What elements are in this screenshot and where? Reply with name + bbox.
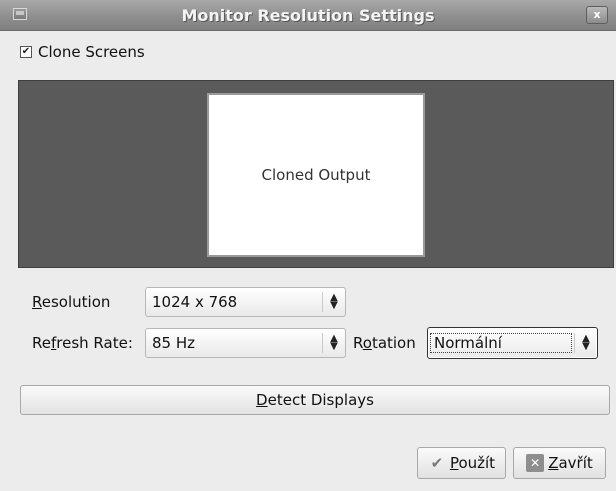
apply-button[interactable]: ✔ Použít: [417, 447, 506, 479]
refresh-rate-select[interactable]: 85 Hz ▲ ▼: [145, 328, 346, 358]
apply-button-label: Použít: [449, 454, 496, 472]
window-close-button[interactable]: x: [586, 6, 608, 24]
detect-displays-button[interactable]: Detect Displays: [20, 385, 610, 415]
rotation-label: Rotation: [353, 334, 416, 352]
close-button[interactable]: ✕ Zavřít: [513, 447, 606, 479]
clone-screens-checkbox[interactable]: ✔: [20, 46, 32, 58]
refresh-rate-value: 85 Hz: [152, 334, 196, 352]
close-icon: ✕: [526, 454, 545, 472]
refresh-rate-label: Refresh Rate:: [32, 334, 133, 352]
clone-screens-label[interactable]: Clone Screens: [38, 43, 145, 61]
rotation-select[interactable]: Normální ▲ ▼: [427, 327, 598, 359]
checkmark-icon: ✔: [21, 46, 31, 57]
close-button-label: Zavřít: [548, 454, 593, 472]
resolution-label: Resolution: [32, 293, 111, 311]
title-bar: Monitor Resolution Settings x: [0, 0, 616, 31]
resolution-select[interactable]: 1024 x 768 ▲ ▼: [145, 287, 346, 317]
clone-screens-row[interactable]: ✔ Clone Screens: [20, 42, 145, 62]
display-preview-area: Cloned Output: [18, 80, 614, 268]
updown-arrows-icon: ▲ ▼: [330, 292, 338, 311]
window-title: Monitor Resolution Settings: [181, 6, 435, 25]
close-icon: x: [593, 8, 601, 21]
updown-arrows-icon: ▲ ▼: [582, 333, 590, 352]
monitor-label: Cloned Output: [261, 166, 371, 184]
cloned-output-monitor[interactable]: Cloned Output: [207, 93, 425, 257]
checkmark-icon: ✔: [430, 454, 444, 472]
rotation-value: Normální: [430, 333, 572, 353]
updown-arrows-icon: ▲ ▼: [330, 333, 338, 352]
resolution-value: 1024 x 768: [152, 293, 238, 311]
